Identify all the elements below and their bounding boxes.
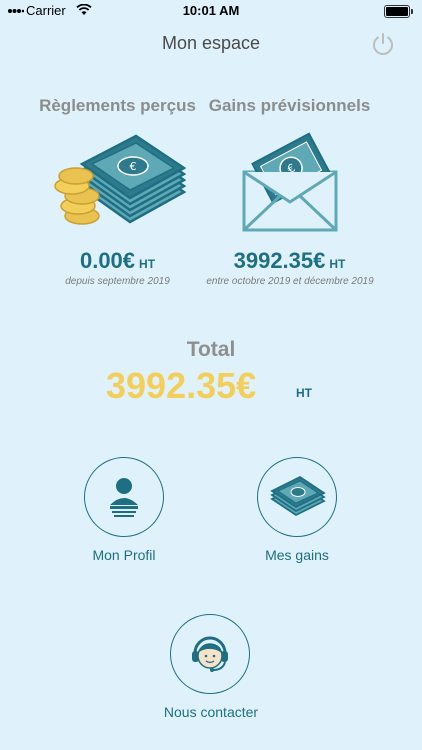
received-amount: 0.00€ <box>79 248 136 273</box>
coins-and-cash-icon: € <box>54 134 186 225</box>
received-unit: HT <box>139 257 156 271</box>
forecast-amount: 3992.35€ <box>233 248 326 273</box>
profile-icon <box>110 478 138 517</box>
power-button[interactable] <box>370 31 396 57</box>
earnings-label[interactable]: Mes gains <box>237 547 357 563</box>
received-label: Règlements perçus <box>39 96 196 115</box>
received-amount-row: 0.00€ HT <box>35 248 200 274</box>
received-period: depuis septembre 2019 <box>65 276 170 287</box>
svg-text:€: € <box>130 160 137 173</box>
page-title: Mon espace <box>161 33 261 53</box>
total-amount: 3992.35€ <box>106 365 257 406</box>
forecast-label: Gains prévisionnels <box>208 96 371 115</box>
profile-button[interactable] <box>84 457 164 537</box>
earnings-button[interactable] <box>257 457 337 537</box>
total-unit: HT <box>296 386 312 400</box>
contact-label[interactable]: Nous contacter <box>141 704 281 720</box>
support-headset-icon <box>192 636 228 672</box>
status-time: 10:01 AM <box>182 3 240 18</box>
forecast-amount-row: 3992.35€ HT <box>207 248 372 274</box>
status-bar: Carrier 10:01 AM <box>0 0 422 22</box>
battery-icon <box>384 5 413 18</box>
forecast-period: entre octobre 2019 et décembre 2019 <box>206 276 374 287</box>
money-envelope-icon: € <box>242 132 338 232</box>
total-label: Total <box>186 338 236 361</box>
money-stack-icon <box>270 475 326 517</box>
contact-button[interactable] <box>170 614 250 694</box>
profile-label[interactable]: Mon Profil <box>64 547 184 563</box>
forecast-unit: HT <box>329 257 346 271</box>
